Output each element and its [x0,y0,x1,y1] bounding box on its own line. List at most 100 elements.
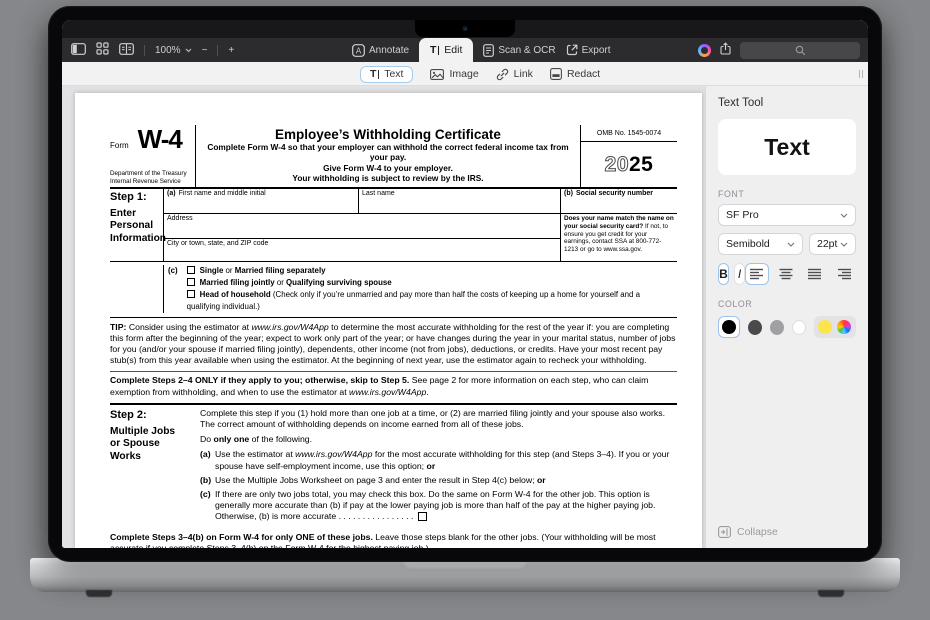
collapse-panel-button[interactable]: Collapse [718,526,778,538]
form-header: Form W-4 Department of the Treasury Inter… [110,125,677,189]
step2-option-b: (b) Use the Multiple Jobs Worksheet on p… [200,475,677,486]
svg-text:A: A [356,46,362,55]
italic-button[interactable]: I [734,263,745,285]
thumbnails-grid-icon[interactable] [96,42,109,58]
document-area[interactable]: Form W-4 Department of the Treasury Inter… [62,86,705,548]
sidebar-toggle-icon[interactable] [71,43,86,58]
camera [463,26,468,31]
font-weight-select[interactable]: Semibold [718,233,803,255]
chevron-down-icon [840,242,848,247]
font-size-select[interactable]: 22pt [809,233,856,255]
align-right-icon [837,268,851,280]
color-swatch-black[interactable] [718,316,740,338]
tab-export[interactable]: Export [566,44,611,56]
zoom-in-button[interactable]: + [228,45,234,56]
tab-scan-ocr[interactable]: Scan & OCR [483,44,555,57]
color-section-label: COLOR [718,299,856,309]
annotate-icon: A [352,44,365,57]
form-word: Form [110,141,129,150]
ssn-note: Does your name match the name on your so… [561,214,677,261]
chevron-down-icon [787,242,795,247]
color-swatch-gray[interactable] [770,320,784,335]
filing-status-option: Married filing jointly or Qualifying sur… [187,277,675,289]
color-swatch-dark-gray[interactable] [748,320,762,335]
tip-paragraph: TIP: Consider using the estimator at www… [110,318,677,372]
align-justify-button[interactable] [803,263,827,285]
step1-label: Step 1: [110,191,163,204]
divider [217,45,218,56]
checkbox-two-jobs[interactable] [418,512,427,521]
tool-text[interactable]: T Text [360,66,413,83]
tab-annotate[interactable]: A Annotate [352,44,409,57]
text-cursor-icon: T [430,44,439,56]
filing-status-option: Single or Married filing separately [187,265,675,277]
laptop-base [30,558,900,592]
dept-line1: Department of the Treasury [110,170,192,178]
form-subtitle-2: Give Form W-4 to your employer. [200,163,576,173]
ssn-field[interactable]: (b)Social security number [561,189,677,214]
steps-3-4b-paragraph: Complete Steps 3–4(b) on Form W-4 for on… [110,532,677,548]
step2-sublabel: Multiple Jobs or Spouse Works [110,426,188,464]
zoom-level-dropdown[interactable]: 100% [155,45,192,56]
color-swatch-yellow[interactable] [818,320,832,334]
align-center-button[interactable] [774,263,798,285]
text-cursor-icon: T [370,68,379,80]
bold-button[interactable]: B [718,263,729,285]
form-number: W-4 [138,124,182,154]
step2-paragraph: Complete this step if you (1) hold more … [200,408,677,430]
align-right-button[interactable] [832,263,856,285]
text-tool-panel: Text Tool Text FONT SF Pro Semibold 22pt [705,86,868,548]
search-input[interactable] [740,42,860,59]
checkbox-married-jointly[interactable] [187,278,195,286]
ai-assistant-icon[interactable] [698,44,711,57]
font-family-select[interactable]: SF Pro [718,204,856,226]
zoom-out-button[interactable]: − [202,45,208,56]
search-icon [795,45,806,56]
chevron-down-icon [840,213,848,218]
align-justify-icon [808,268,822,280]
align-left-button[interactable] [745,263,769,285]
last-name-field[interactable]: Last name [358,189,560,213]
align-center-icon [779,268,793,280]
app-toolbar: 100% − + A Annotate T Edit Scan & OCR E [62,38,868,62]
font-section-label: FONT [718,189,856,199]
camera-notch [415,20,515,37]
divider [144,45,145,56]
collapse-icon [718,526,731,538]
city-state-zip-field[interactable]: City or town, state, and ZIP code [164,239,560,261]
export-icon [566,44,578,56]
share-icon[interactable] [720,42,731,58]
tool-link[interactable]: Link [496,68,533,81]
laptop-foot [818,590,844,597]
first-name-field[interactable]: (a)First name and middle initial [164,189,358,213]
tab-edit[interactable]: T Edit [419,38,473,62]
filing-status-row: (c) Single or Married filing separately … [110,262,677,318]
form-year: 2025 [581,142,677,186]
image-icon [430,69,444,80]
tool-image[interactable]: Image [430,68,478,80]
chevron-down-icon [185,48,192,53]
laptop-screen: 100% − + A Annotate T Edit Scan & OCR E [62,20,868,548]
color-swatch-white[interactable] [792,320,806,335]
laptop-foot [86,590,112,597]
w4-form-page[interactable]: Form W-4 Department of the Treasury Inter… [75,93,702,548]
checkbox-single[interactable] [187,266,195,274]
omb-number: OMB No. 1545-0074 [581,125,677,142]
edit-tools-bar: T Text Image Link Redact [62,62,868,86]
align-left-icon [750,268,764,280]
dept-line2: Internal Revenue Service [110,178,192,186]
tool-redact[interactable]: Redact [550,68,600,80]
panel-title: Text Tool [718,97,856,109]
text-style-preview[interactable]: Text [718,119,856,175]
form-title: Employee’s Withholding Certificate [200,127,576,142]
toolbar-scroll-indicator[interactable] [859,70,863,78]
checkbox-head-of-household[interactable] [187,290,195,298]
step2-do-only-one: Do only one of the following. [200,434,677,445]
reader-view-icon[interactable] [119,43,134,58]
step2-option-a: (a) Use the estimator at www.irs.gov/W4A… [200,449,677,471]
steps-2-4-paragraph: Complete Steps 2–4 ONLY if they apply to… [110,371,677,404]
step2-section: Step 2: Multiple Jobs or Spouse Works Co… [110,405,677,526]
c-tag: (c) [168,265,178,313]
address-field[interactable]: Address [164,214,560,239]
color-wheel-picker[interactable] [837,320,851,334]
